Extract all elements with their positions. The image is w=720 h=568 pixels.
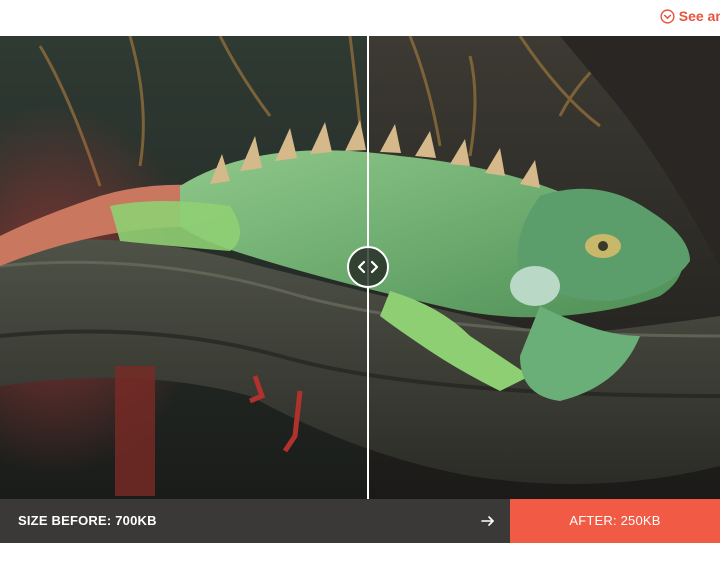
left-right-arrows-icon — [357, 260, 379, 274]
before-size-label: SIZE BEFORE: 700KB — [18, 513, 157, 528]
chevron-circle-down-icon — [660, 8, 675, 24]
after-size-button[interactable]: AFTER: 250KB — [510, 499, 720, 543]
before-after-comparison[interactable] — [0, 36, 720, 499]
before-size-panel: SIZE BEFORE: 700KB — [0, 499, 510, 543]
top-bar: See any di — [0, 0, 720, 36]
comparison-slider-handle[interactable] — [347, 246, 389, 288]
see-differences-label: See any di — [678, 8, 720, 24]
see-differences-link[interactable]: See any di — [660, 6, 720, 26]
arrow-right-icon — [481, 516, 494, 526]
after-size-label: AFTER: 250KB — [569, 513, 661, 528]
page-bottom — [0, 543, 720, 568]
size-comparison-bar: SIZE BEFORE: 700KB AFTER: 250KB — [0, 499, 720, 543]
